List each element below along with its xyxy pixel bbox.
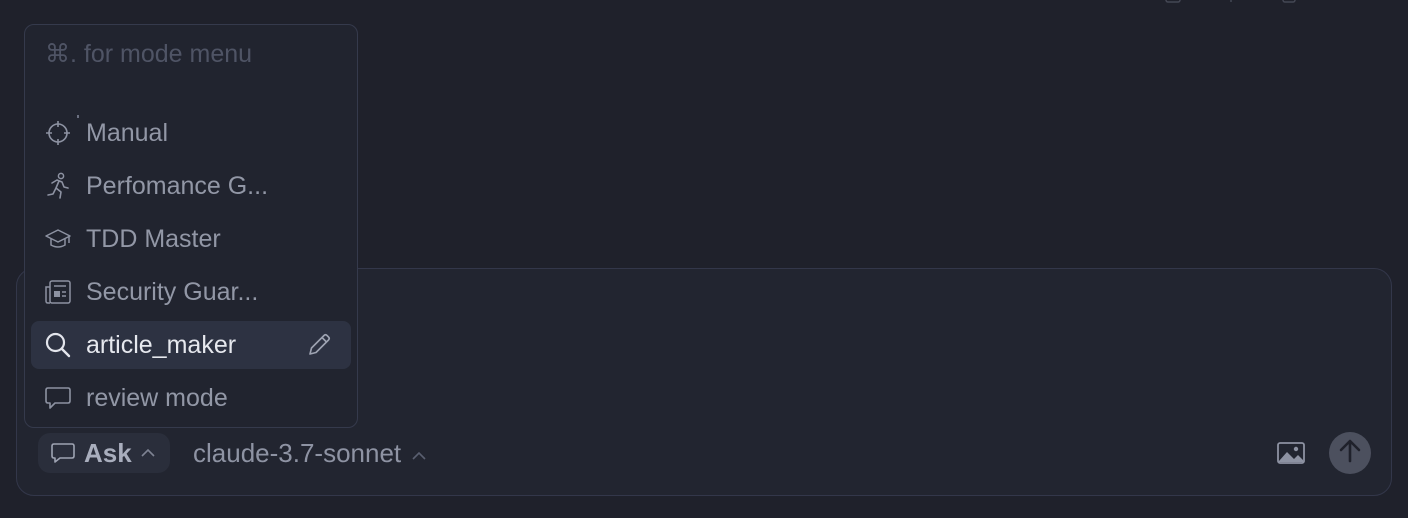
toolbar-icon[interactable] [1222,0,1240,4]
mode-label: Ask [84,437,132,468]
pencil-icon[interactable] [305,331,333,359]
mode-item-tdd-master[interactable]: TDD Master [31,215,351,263]
app-window: Ask claude-3.7-sonnet ⌘. for mode menu M… [0,0,1408,518]
mode-item-manual[interactable]: Manual [31,109,351,157]
mode-item-security-guard[interactable]: Security Guar... [31,268,351,316]
image-icon[interactable] [1275,437,1307,469]
mode-selector-button[interactable]: Ask [38,433,170,473]
mode-menu-hint: ⌘. for mode menu [45,40,253,68]
mode-item-label: TDD Master [86,224,221,253]
arrow-up-icon [1338,438,1362,469]
graduation-cap-icon [44,225,72,253]
mode-item-performance[interactable]: Perfomance G... [31,162,351,210]
chevron-up-icon [411,438,427,469]
mode-item-label: review mode [86,383,228,412]
chat-bubble-icon [50,441,76,465]
running-person-icon [44,172,72,200]
search-icon [44,331,72,359]
newspaper-icon [44,278,72,306]
crosshair-icon [44,119,72,147]
toolbar-icon[interactable] [1280,0,1298,4]
mode-menu-dropdown: ⌘. for mode menu Manual Perfomance G... [24,24,358,428]
send-button[interactable] [1329,432,1371,474]
mode-item-article-maker[interactable]: article_maker [31,321,351,369]
mode-item-label: article_maker [86,330,237,359]
chat-bubble-icon [44,384,72,412]
mode-item-label: Perfomance G... [86,171,269,200]
chevron-up-icon [140,447,156,459]
mode-item-review-mode[interactable]: review mode [31,374,351,422]
model-label: claude-3.7-sonnet [193,437,402,468]
toolbar-icon[interactable] [1164,0,1182,4]
model-selector[interactable]: claude-3.7-sonnet [193,433,427,473]
mode-item-label: Security Guar... [86,277,259,306]
top-toolbar-icons [1164,0,1298,4]
mode-item-label: Manual [86,118,168,147]
